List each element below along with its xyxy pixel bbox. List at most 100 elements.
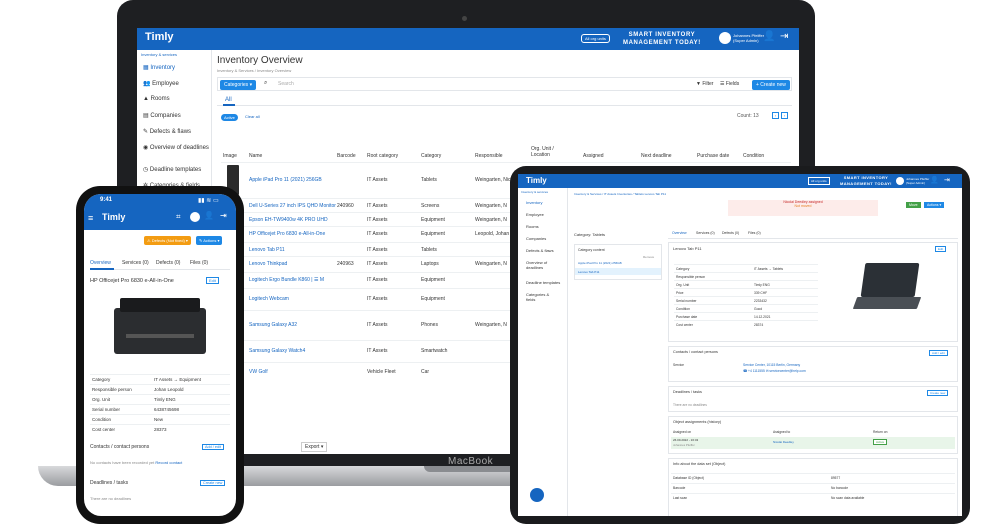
assign-to[interactable]: Nicolai Deedley	[773, 440, 794, 444]
tablet-person-icon[interactable]: 👤	[930, 176, 939, 184]
export-button[interactable]: Export ▾	[301, 442, 328, 452]
tablet-add-edit-button[interactable]: Add / edit	[929, 350, 948, 356]
service-name[interactable]: Service Center, 10115 Berlin, Germany	[743, 363, 800, 367]
tablet-create-new-button[interactable]: Create new	[927, 390, 949, 396]
sidebar-item-deadline-templates[interactable]: ◷ Deadline templates	[143, 166, 211, 173]
category-item-selected[interactable]: Lenovo Tab P11	[575, 268, 661, 275]
tablet-logo[interactable]: Timly	[526, 176, 547, 185]
tablet-sidebar-item-defects[interactable]: Defects & flaws	[526, 248, 554, 253]
tablet-edit-button[interactable]: Edit	[935, 246, 947, 252]
tablet-sidebar-item-categories[interactable]: Categories & fields	[526, 292, 556, 302]
tablet-tab-files[interactable]: Files (0)	[748, 231, 761, 235]
item-name-link[interactable]: Lenovo Tab P11	[249, 247, 285, 253]
column-image[interactable]: Image	[223, 153, 237, 159]
move-button[interactable]: Move	[906, 202, 921, 208]
tablet-tab-defects[interactable]: Defects (0)	[722, 231, 739, 235]
phone-edit-button[interactable]: Edit	[206, 277, 219, 284]
sidebar-item-companies[interactable]: ▤ Companies	[143, 112, 211, 119]
phone-add-edit-button[interactable]: Add / edit	[202, 444, 225, 450]
user-info[interactable]: Johannes Pfeiffer (Super Admin)	[733, 33, 764, 43]
clear-all-link[interactable]: Clear all	[245, 114, 260, 119]
column-condition[interactable]: Condition	[743, 153, 764, 159]
item-name-link[interactable]: Logitech Ergo Bundle K860 | ☰ M	[249, 277, 324, 283]
phone-avatar[interactable]	[190, 212, 200, 222]
item-name-link[interactable]: HP Officejet Pro 6830 e-All-in-One	[249, 231, 325, 237]
tablet-org-unit-selector[interactable]: All org units	[808, 177, 830, 185]
tablet-breadcrumb[interactable]: Inventory & Services / IT Assets Invento…	[574, 192, 666, 196]
phone-logout-icon[interactable]: ⇥	[220, 211, 227, 220]
tablet-sidebar-item-inventory[interactable]: Inventory	[526, 200, 542, 205]
column-barcode[interactable]: Barcode	[337, 153, 356, 159]
record-contact-link[interactable]: Record contact	[155, 460, 182, 465]
tablet-sidebar-item-companies[interactable]: Companies	[526, 236, 546, 241]
phone-field-row: Cost center 28373	[90, 424, 230, 433]
tablet-user-info[interactable]: Johannes Pfeiffer (Super Admin)	[906, 177, 929, 185]
sidebar-item-rooms[interactable]: ▲ Rooms	[143, 96, 211, 102]
phone-tab-services[interactable]: Services (0)	[122, 260, 149, 266]
breadcrumb[interactable]: Inventory & Services / Inventory Overvie…	[217, 68, 291, 73]
tablet-tab-overview[interactable]: Overview	[672, 231, 687, 235]
phone-logo[interactable]: Timly	[102, 212, 125, 222]
column-assigned[interactable]: Assigned	[583, 153, 604, 159]
item-name-link[interactable]: Samsung Galaxy A32	[249, 322, 297, 328]
item-name-link[interactable]: Apple iPad Pro 11 (2021) 256GB	[249, 177, 322, 183]
phone-actions-button[interactable]: ✎ Actions ▾	[196, 236, 223, 245]
phone-person-icon[interactable]: 👤	[204, 211, 214, 220]
remove-link[interactable]: Remove	[643, 255, 654, 259]
fields-button[interactable]: ☰ Fields	[720, 81, 739, 87]
phone-tab-defects[interactable]: Defects (0)	[156, 260, 180, 266]
search-input[interactable]: Search	[278, 81, 294, 87]
item-name-link[interactable]: Epson EH-TW9400w 4K PRO UHD	[249, 217, 328, 223]
active-filter-toggle[interactable]: Active	[221, 114, 238, 121]
column-name[interactable]: Name	[249, 153, 262, 159]
tablet-sidebar-item-deadline-templates[interactable]: Deadline templates	[526, 280, 560, 285]
column-category[interactable]: Category	[421, 153, 441, 159]
scan-icon[interactable]: ⌗	[176, 212, 181, 222]
tablet-sidebar-item-employee[interactable]: Employee	[526, 212, 544, 217]
item-name-link[interactable]: VW Golf	[249, 369, 268, 375]
filter-button[interactable]: ▼ Filter	[696, 81, 713, 87]
create-new-button[interactable]: + Create new	[752, 80, 790, 90]
prev-page-button[interactable]: ‹	[772, 112, 779, 119]
item-name-link[interactable]: Lenovo Thinkpad	[249, 261, 287, 267]
tablet-sidebar-item-deadlines[interactable]: Overview of deadlines	[526, 260, 564, 270]
field-label: Cost center	[676, 322, 693, 327]
tablet-actions-button[interactable]: Actions ▾	[924, 202, 945, 208]
column-root-category[interactable]: Root category	[367, 153, 398, 159]
category-item[interactable]: Apple iPad Pro 11 (2021) 256GB	[578, 261, 622, 265]
timly-logo[interactable]: Timly	[145, 31, 174, 43]
search-icon[interactable]: ⌕	[264, 80, 267, 87]
avatar[interactable]	[719, 32, 731, 44]
phone-create-new-button[interactable]: Create new	[200, 480, 226, 486]
tablet-tab-services[interactable]: Services (0)	[696, 231, 715, 235]
item-name-link[interactable]: Logitech Webcam	[249, 296, 289, 302]
next-page-button[interactable]: ›	[781, 112, 788, 119]
chat-bubble-icon[interactable]	[530, 488, 544, 502]
item-name-link[interactable]: Samsung Galaxy Watch4	[249, 348, 305, 354]
item-name-link[interactable]: Dell U-Series 27 inch IPS QHD Monitor	[249, 203, 336, 209]
tab-all[interactable]: All	[225, 97, 232, 103]
column-next-deadline[interactable]: Next deadline	[641, 153, 672, 159]
column-purchase-date[interactable]: Purchase date	[697, 153, 729, 159]
tablet-avatar[interactable]	[896, 177, 904, 185]
sidebar-item-employee[interactable]: 👥 Employee	[143, 80, 211, 87]
tablet-sidebar-item-rooms[interactable]: Rooms	[526, 224, 539, 229]
categories-button[interactable]: Categories ▾	[220, 80, 257, 90]
column-org-unit[interactable]: Org. Unit / Location	[531, 146, 571, 158]
phone-tab-files[interactable]: Files (0)	[190, 260, 208, 266]
sidebar-item-inventory[interactable]: ▦ Inventory	[143, 64, 211, 71]
sidebar-item-defects[interactable]: ✎ Defects & flaws	[143, 128, 211, 135]
service-contact[interactable]: ☎ +4 1111555 ✉ servicecenter@help.com	[743, 369, 806, 373]
phone-tab-overview[interactable]: Overview	[90, 260, 111, 266]
org-unit-selector[interactable]: All org units	[581, 34, 610, 43]
logout-icon[interactable]: ⇥	[780, 31, 788, 42]
tablet-sidebar-crumb[interactable]: Inventory & services	[521, 190, 548, 194]
defects-button[interactable]: ⚠ Defects (Not fixed) ▾	[144, 236, 191, 245]
person-icon[interactable]: 👤	[763, 31, 775, 42]
tablet-logout-icon[interactable]: ⇥	[944, 176, 950, 184]
menu-icon[interactable]: ≡	[88, 213, 93, 223]
phone-item-title: HP Officejet Pro 6830 e-All-in-One	[90, 278, 174, 284]
sidebar-crumb[interactable]: Inventory & services	[141, 52, 177, 57]
column-responsible[interactable]: Responsible	[475, 153, 503, 159]
sidebar-item-deadlines[interactable]: ◉ Overview of deadlines	[143, 144, 211, 151]
